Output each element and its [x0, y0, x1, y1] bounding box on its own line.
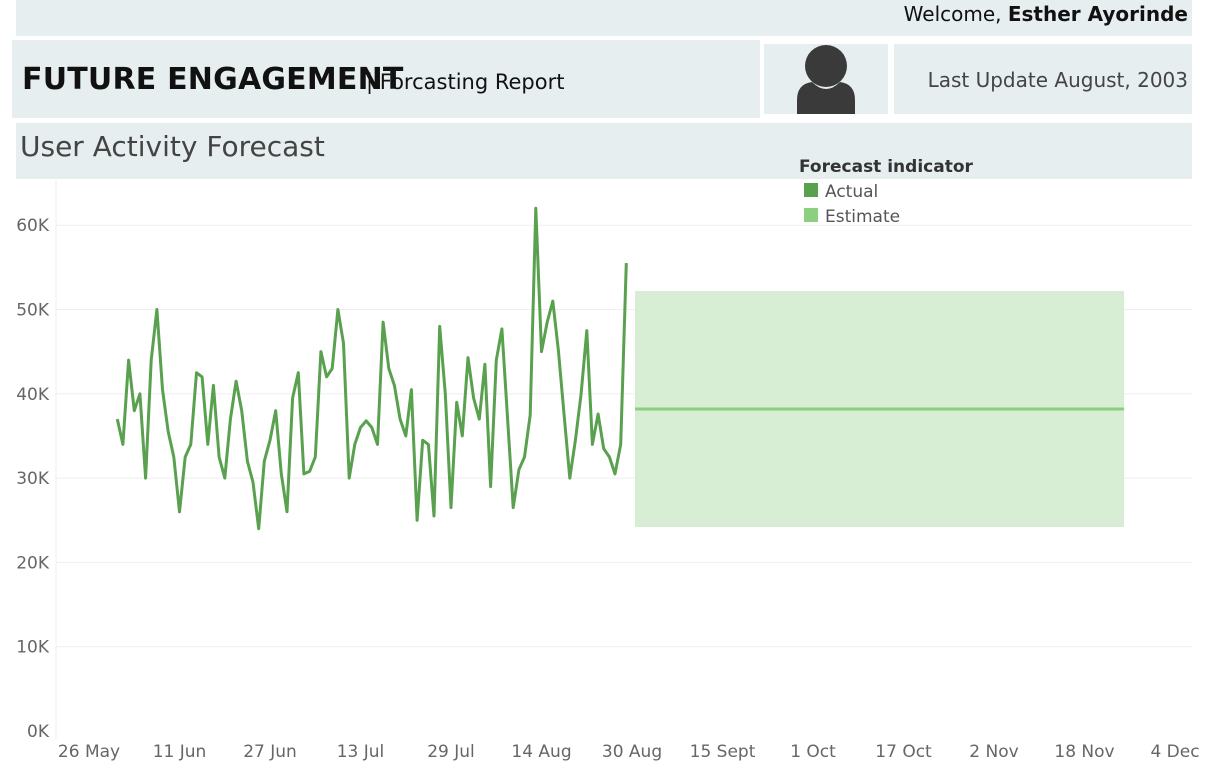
- x-tick-label: 4 Dec: [1150, 742, 1199, 762]
- forecast-chart: 0K 10K 20K 30K 40K 50K 60K 26 May 11 Jun 27 Jun 13…: [16, 157, 1199, 762]
- x-tick-label: 18 Nov: [1054, 742, 1114, 762]
- legend-title: Forecast indicator: [799, 157, 974, 177]
- legend-label-actual[interactable]: Actual: [825, 182, 878, 202]
- y-tick-label: 10K: [16, 638, 50, 658]
- actual-line: [115, 206, 628, 531]
- x-tick-label: 13 Jul: [337, 742, 385, 762]
- x-tick-label: 26 May: [58, 742, 120, 762]
- y-tick-label: 50K: [16, 301, 50, 321]
- x-tick-label: 27 Jun: [243, 742, 297, 762]
- x-tick-label: 29 Jul: [427, 742, 475, 762]
- legend-swatch-estimate: [804, 208, 818, 222]
- x-tick-label: 2 Nov: [969, 742, 1018, 762]
- y-tick-label: 20K: [16, 553, 50, 573]
- x-tick-label: 30 Aug: [602, 742, 662, 762]
- legend-swatch-actual: [804, 183, 818, 197]
- legend: Forecast indicator Actual Estimate: [799, 157, 974, 227]
- x-tick-label: 14 Aug: [511, 742, 571, 762]
- x-tick-label: 1 Oct: [790, 742, 836, 762]
- y-tick-label: 0K: [27, 722, 50, 742]
- x-tick-label: 15 Sept: [690, 742, 756, 762]
- legend-label-estimate[interactable]: Estimate: [825, 207, 900, 227]
- x-tick-label: 11 Jun: [153, 742, 207, 762]
- x-tick-label: 17 Oct: [875, 742, 932, 762]
- y-tick-label: 60K: [16, 216, 50, 236]
- y-tick-label: 30K: [16, 469, 50, 489]
- y-tick-label: 40K: [16, 385, 50, 405]
